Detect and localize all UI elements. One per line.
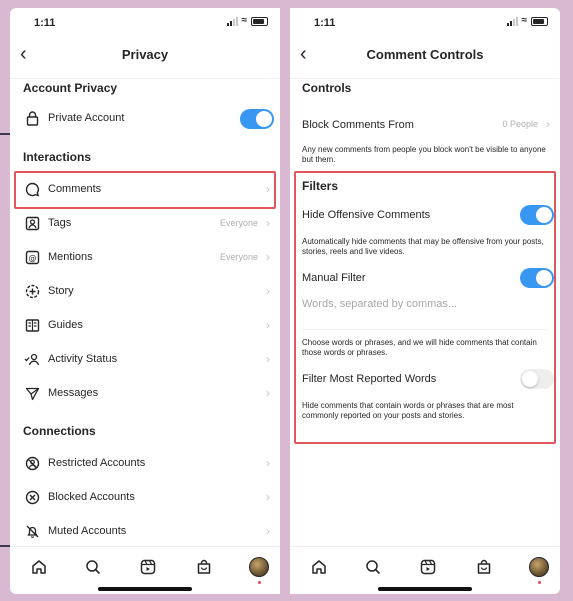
menu-item-tags[interactable]: Tags Everyone ›: [10, 208, 280, 238]
menu-item-value: Everyone: [219, 252, 258, 262]
guides-icon: [22, 318, 42, 333]
wifi-icon: ≈: [241, 15, 248, 26]
restricted-icon: [22, 456, 42, 471]
notification-dot: [538, 581, 541, 584]
block-comments-value: 0 People: [502, 119, 538, 129]
section-connections: Connections: [23, 424, 96, 438]
reels-icon[interactable]: [138, 557, 158, 577]
page-title: Comment Controls: [366, 47, 484, 62]
home-indicator: [98, 587, 192, 591]
shop-icon[interactable]: [474, 557, 494, 577]
block-comments-hint: Any new comments from people you block w…: [302, 145, 546, 164]
status-bar: 1:11 ≈: [290, 8, 560, 36]
blocked-icon: [22, 490, 42, 505]
menu-item-label: Tags: [48, 217, 72, 229]
section-controls: Controls: [302, 81, 352, 95]
battery-icon: [531, 16, 548, 26]
hide-offensive-toggle[interactable]: [520, 205, 554, 225]
manual-filter-toggle[interactable]: [520, 268, 554, 288]
most-reported-label: Filter Most Reported Words: [302, 373, 437, 385]
menu-item-value: Everyone: [219, 218, 258, 228]
activity-status-icon: [22, 352, 42, 367]
profile-avatar[interactable]: [249, 557, 269, 577]
menu-item-label: Mentions: [48, 251, 93, 263]
manual-filter-input[interactable]: Words, separated by commas...: [302, 298, 457, 310]
menu-item-label: Messages: [48, 387, 99, 399]
comment-icon: [22, 182, 42, 197]
block-comments-label: Block Comments From: [302, 119, 414, 131]
menu-item-label: Story: [48, 285, 74, 297]
bottom-tab-bar: [10, 546, 280, 594]
profile-avatar[interactable]: [529, 557, 549, 577]
page-title: Privacy: [121, 47, 169, 62]
comment-controls-screen: 1:11 ≈ ‹ Comment Controls Controls Block…: [290, 8, 560, 594]
manual-filter-hint: Choose words or phrases, and we will hid…: [302, 338, 537, 357]
search-icon[interactable]: [363, 557, 383, 577]
home-icon[interactable]: [309, 557, 329, 577]
muted-bell-icon: [22, 524, 42, 539]
hide-offensive-label: Hide Offensive Comments: [302, 209, 431, 221]
privacy-screen: 1:11 ≈ ‹ Privacy Account Privacy Private…: [10, 8, 280, 594]
menu-item-messages[interactable]: Messages ›: [10, 378, 280, 408]
svg-text:@: @: [28, 253, 36, 262]
tag-person-icon: [22, 216, 42, 231]
shop-icon[interactable]: [194, 557, 214, 577]
chevron-right-icon: ›: [266, 456, 270, 470]
section-interactions: Interactions: [23, 150, 92, 164]
status-time: 1:11: [34, 17, 56, 29]
chevron-right-icon: ›: [266, 216, 270, 230]
section-filters: Filters: [302, 179, 339, 193]
menu-item-label: Muted Accounts: [48, 525, 127, 537]
chevron-right-icon: ›: [546, 117, 550, 131]
home-indicator: [378, 587, 472, 591]
manual-filter-label: Manual Filter: [302, 272, 366, 284]
most-reported-toggle[interactable]: [520, 369, 554, 389]
hide-offensive-hint: Automatically hide comments that may be …: [302, 237, 544, 256]
chevron-right-icon: ›: [266, 352, 270, 366]
signal-icon: [506, 16, 518, 26]
nav-bar: ‹ Privacy: [10, 40, 280, 74]
menu-item-mentions[interactable]: @ Mentions Everyone ›: [10, 242, 280, 272]
status-time: 1:11: [314, 17, 336, 29]
story-plus-icon: [22, 284, 42, 299]
menu-item-label: Activity Status: [48, 353, 118, 365]
menu-item-restricted-accounts[interactable]: Restricted Accounts ›: [10, 448, 280, 478]
battery-icon: [251, 16, 268, 26]
menu-item-guides[interactable]: Guides ›: [10, 310, 280, 340]
block-comments-row[interactable]: 0 People ›: [460, 109, 560, 139]
paper-plane-icon: [22, 386, 42, 401]
wifi-icon: ≈: [521, 15, 528, 26]
chevron-right-icon: ›: [266, 182, 270, 196]
private-account-toggle[interactable]: [240, 109, 274, 129]
search-icon[interactable]: [83, 557, 103, 577]
chevron-right-icon: ›: [266, 318, 270, 332]
at-sign-icon: @: [22, 250, 42, 265]
chevron-right-icon: ›: [266, 524, 270, 538]
menu-item-activity-status[interactable]: Activity Status ›: [10, 344, 280, 374]
menu-item-label: Guides: [48, 319, 83, 331]
bottom-tab-bar: [290, 546, 560, 594]
chevron-right-icon: ›: [266, 490, 270, 504]
status-bar: 1:11 ≈: [10, 8, 280, 36]
section-account-privacy: Account Privacy: [23, 81, 118, 95]
menu-item-blocked-accounts[interactable]: Blocked Accounts ›: [10, 482, 280, 512]
chevron-right-icon: ›: [266, 284, 270, 298]
notification-dot: [258, 581, 261, 584]
menu-item-story[interactable]: Story ›: [10, 276, 280, 306]
home-icon[interactable]: [29, 557, 49, 577]
menu-item-comments[interactable]: Comments ›: [10, 174, 280, 204]
chevron-right-icon: ›: [266, 250, 270, 264]
menu-item-label: Restricted Accounts: [48, 457, 146, 469]
nav-bar: ‹ Comment Controls: [290, 40, 560, 74]
signal-icon: [226, 16, 238, 26]
lock-icon: [22, 110, 42, 126]
menu-item-label: Comments: [48, 183, 102, 195]
chevron-right-icon: ›: [266, 386, 270, 400]
menu-item-muted-accounts[interactable]: Muted Accounts ›: [10, 516, 280, 546]
reels-icon[interactable]: [418, 557, 438, 577]
most-reported-hint: Hide comments that contain words or phra…: [302, 401, 514, 420]
menu-item-label: Blocked Accounts: [48, 491, 135, 503]
